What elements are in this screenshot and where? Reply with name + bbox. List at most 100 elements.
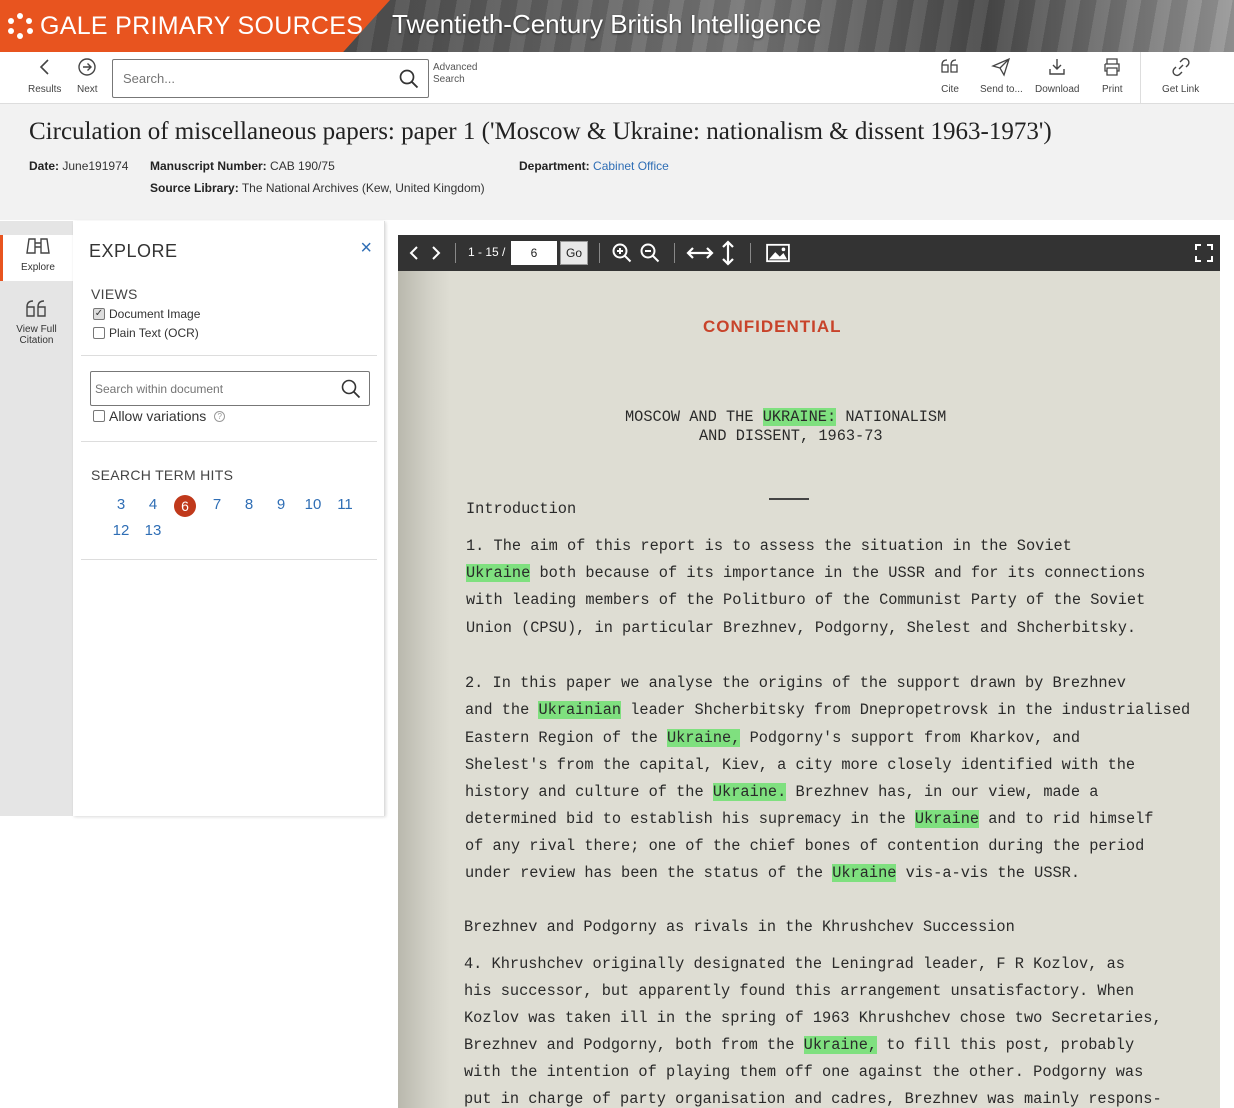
help-icon[interactable]: ? — [214, 410, 226, 422]
fit-width-icon[interactable] — [686, 243, 714, 263]
hit-page-link-active[interactable]: 6 — [174, 495, 196, 517]
fit-height-icon[interactable] — [718, 240, 738, 266]
search-hit-highlight: Ukraine, — [666, 729, 741, 747]
hit-page-link[interactable]: 13 — [142, 522, 164, 539]
prev-page-icon[interactable] — [404, 243, 424, 263]
search-hit-highlight: Ukrainian — [538, 701, 622, 719]
page-number-input[interactable] — [511, 241, 557, 265]
search-icon[interactable] — [341, 379, 361, 399]
viewer-toolbar: 1 - 15 / Go — [398, 235, 1220, 271]
quote-icon — [941, 59, 958, 73]
download-button[interactable]: Download — [1035, 57, 1079, 95]
typed-text: MOSCOW AND THE — [625, 408, 763, 426]
next-page-icon[interactable] — [426, 243, 446, 263]
doc-line: Eastern Region of the Ukraine, Podgorny'… — [465, 729, 1080, 747]
arrow-right-circle-icon — [78, 58, 96, 76]
next-button[interactable]: Next — [77, 57, 98, 95]
toolbar-separator — [455, 243, 456, 263]
view-plain-text-option[interactable]: Plain Text (OCR) — [93, 326, 199, 340]
checkbox-checked-icon[interactable]: ✓ — [93, 308, 105, 320]
doc-line: and the Ukrainian leader Shcherbitsky fr… — [465, 701, 1190, 719]
doc-heading-line1: MOSCOW AND THE UKRAINE: NATIONALISM — [625, 408, 946, 426]
doc-heading-line2: AND DISSENT, 1963-73 — [699, 427, 883, 445]
brand-block[interactable]: GALE PRIMARY SOURCES — [0, 0, 390, 52]
cite-button[interactable]: Cite — [940, 57, 960, 95]
collection-title[interactable]: Twentieth-Century British Intelligence — [392, 9, 821, 40]
hit-page-link[interactable]: 4 — [142, 496, 164, 513]
doc-line: his successor, but apparently found this… — [464, 982, 1135, 1000]
confidential-stamp: CONFIDENTIAL — [703, 317, 842, 336]
doc-intro-heading: Introduction — [466, 500, 577, 518]
search-input[interactable] — [113, 60, 383, 96]
quote-icon — [25, 300, 46, 317]
zoom-out-icon[interactable] — [640, 243, 660, 263]
rail-view-full-citation[interactable]: View Full Citation — [0, 297, 73, 347]
printer-icon — [1104, 58, 1120, 76]
doc-line: Ukraine both because of its importance i… — [466, 564, 1145, 582]
department-label: Department: — [519, 159, 590, 173]
side-rail: Explore View Full Citation — [0, 221, 73, 816]
results-button[interactable]: Results — [28, 57, 61, 95]
fullscreen-icon[interactable] — [1194, 243, 1214, 263]
typed-text: vis-a-vis the USSR. — [896, 864, 1081, 882]
typed-text: Podgorny's support from Kharkov, and — [740, 729, 1081, 747]
chevron-left-icon — [39, 59, 49, 75]
source-value: The National Archives (Kew, United Kingd… — [241, 181, 485, 195]
page-binding-shadow — [398, 271, 450, 1108]
view-document-image-option[interactable]: ✓ Document Image — [93, 307, 200, 321]
checkbox-unchecked-icon[interactable] — [93, 327, 105, 339]
send-to-button[interactable]: Send to... — [980, 57, 1023, 95]
hit-page-link[interactable]: 7 — [206, 496, 228, 513]
meta-date: Date: June191974 — [29, 159, 128, 173]
doc-line: 4. Khrushchev originally designated the … — [464, 955, 1125, 973]
get-link-button[interactable]: Get Link — [1162, 57, 1199, 95]
advanced-search-link[interactable]: Advanced Search — [433, 62, 477, 86]
hit-page-link[interactable]: 12 — [110, 522, 132, 539]
typed-text: leader Shcherbitsky from Dnepropetrovsk … — [621, 701, 1191, 719]
heading-rule — [769, 498, 809, 500]
download-icon — [1049, 59, 1065, 75]
send-to-label: Send to... — [980, 84, 1023, 95]
get-link-label: Get Link — [1162, 84, 1200, 95]
hit-page-link[interactable]: 11 — [334, 496, 356, 513]
hit-page-link[interactable]: 3 — [110, 496, 132, 513]
meta-source: Source Library: The National Archives (K… — [150, 181, 485, 195]
allow-variations-option[interactable]: Allow variations ? — [93, 408, 226, 424]
close-icon[interactable]: × — [360, 237, 372, 260]
rail-explore[interactable]: Explore — [0, 235, 73, 281]
rail-citation-line2: Citation — [19, 335, 54, 346]
hit-page-link[interactable]: 8 — [238, 496, 260, 513]
typed-text: to fill this post, probably — [877, 1036, 1135, 1054]
search-icon[interactable] — [399, 69, 419, 89]
app-root: GALE PRIMARY SOURCES Twentieth-Century B… — [0, 0, 1234, 1108]
doc-line: Brezhnev and Podgorny, both from the Ukr… — [464, 1036, 1134, 1054]
image-icon[interactable] — [764, 243, 792, 263]
typed-text: Brezhnev has, in our view, made a — [786, 783, 1099, 801]
department-link[interactable]: Cabinet Office — [593, 159, 669, 173]
advanced-search-line2: Search — [433, 74, 465, 85]
page-range: 1 - 15 / — [468, 245, 506, 259]
meta-department: Department: Cabinet Office — [519, 159, 669, 173]
zoom-in-icon[interactable] — [612, 243, 632, 263]
date-label: Date: — [29, 159, 60, 173]
rail-explore-label: Explore — [21, 262, 55, 273]
toolbar-separator — [674, 243, 675, 263]
binoculars-icon — [26, 238, 50, 254]
document-page-image: CONFIDENTIAL MOSCOW AND THE UKRAINE: NAT… — [398, 271, 1220, 1108]
doc-line: Union (CPSU), in particular Brezhnev, Po… — [466, 619, 1137, 637]
hit-page-link[interactable]: 9 — [270, 496, 292, 513]
allow-variations-label: Allow variations — [109, 408, 207, 424]
divider — [81, 441, 377, 442]
paper-plane-icon — [991, 57, 1011, 77]
checkbox-unchecked-icon[interactable] — [93, 410, 105, 422]
search-hit-highlight: Ukraine. — [712, 783, 787, 801]
search-box — [112, 59, 429, 98]
views-label: VIEWS — [91, 286, 138, 302]
search-within-input[interactable] — [91, 372, 331, 405]
source-label: Source Library: — [150, 181, 239, 195]
typed-text: under review has been the status of the — [465, 864, 833, 882]
print-button[interactable]: Print — [1102, 57, 1123, 95]
go-button[interactable]: Go — [560, 241, 588, 265]
hit-page-link[interactable]: 10 — [302, 496, 324, 513]
typed-text: Brezhnev and Podgorny, both from the — [464, 1036, 804, 1054]
